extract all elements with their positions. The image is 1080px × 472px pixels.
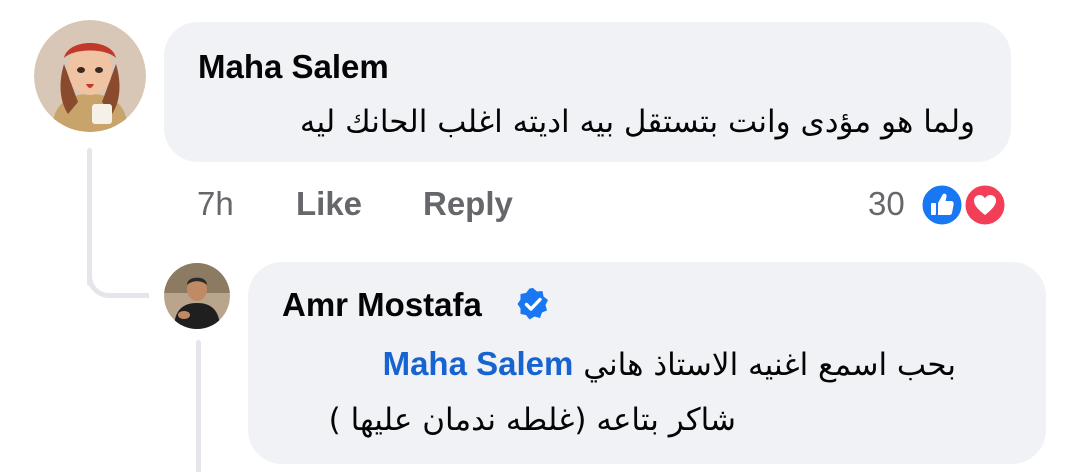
avatar-maha-salem[interactable]: [34, 20, 146, 132]
like-button[interactable]: Like: [296, 184, 362, 224]
mention-link[interactable]: Maha Salem: [383, 345, 574, 382]
thread-line-reply: [196, 340, 201, 472]
reply-connector-line: [87, 250, 149, 298]
reply-button[interactable]: Reply: [423, 184, 513, 224]
reply-text: بحب اسمع اغنيه الاستاذ هاني: [583, 347, 956, 383]
comment-bubble: Maha Salem ولما هو مؤدى وانت بتستقل بيه …: [164, 22, 1011, 162]
like-icon[interactable]: [919, 182, 965, 228]
comment-thread: Maha Salem ولما هو مؤدى وانت بتستقل بيه …: [0, 0, 1080, 472]
avatar-amr-mostafa[interactable]: [164, 263, 230, 329]
comment-timestamp[interactable]: 7h: [197, 184, 234, 224]
verified-badge-icon: [516, 287, 550, 321]
comment-author-link[interactable]: Maha Salem: [198, 48, 389, 86]
reaction-count[interactable]: 30: [868, 184, 905, 224]
reply-author-link[interactable]: Amr Mostafa: [282, 286, 482, 324]
reply-text-line-2: شاكر بتاعه (غلطه ندمان عليها ): [328, 402, 736, 438]
reply-bubble: Amr Mostafa بحب اسمع اغنيه الاستاذ هاني …: [248, 262, 1046, 464]
comment-text: ولما هو مؤدى وانت بتستقل بيه اديته اغلب …: [299, 104, 975, 140]
love-icon[interactable]: [962, 182, 1008, 228]
reply-text-line-1: بحب اسمع اغنيه الاستاذ هاني Maha Salem: [383, 336, 956, 393]
